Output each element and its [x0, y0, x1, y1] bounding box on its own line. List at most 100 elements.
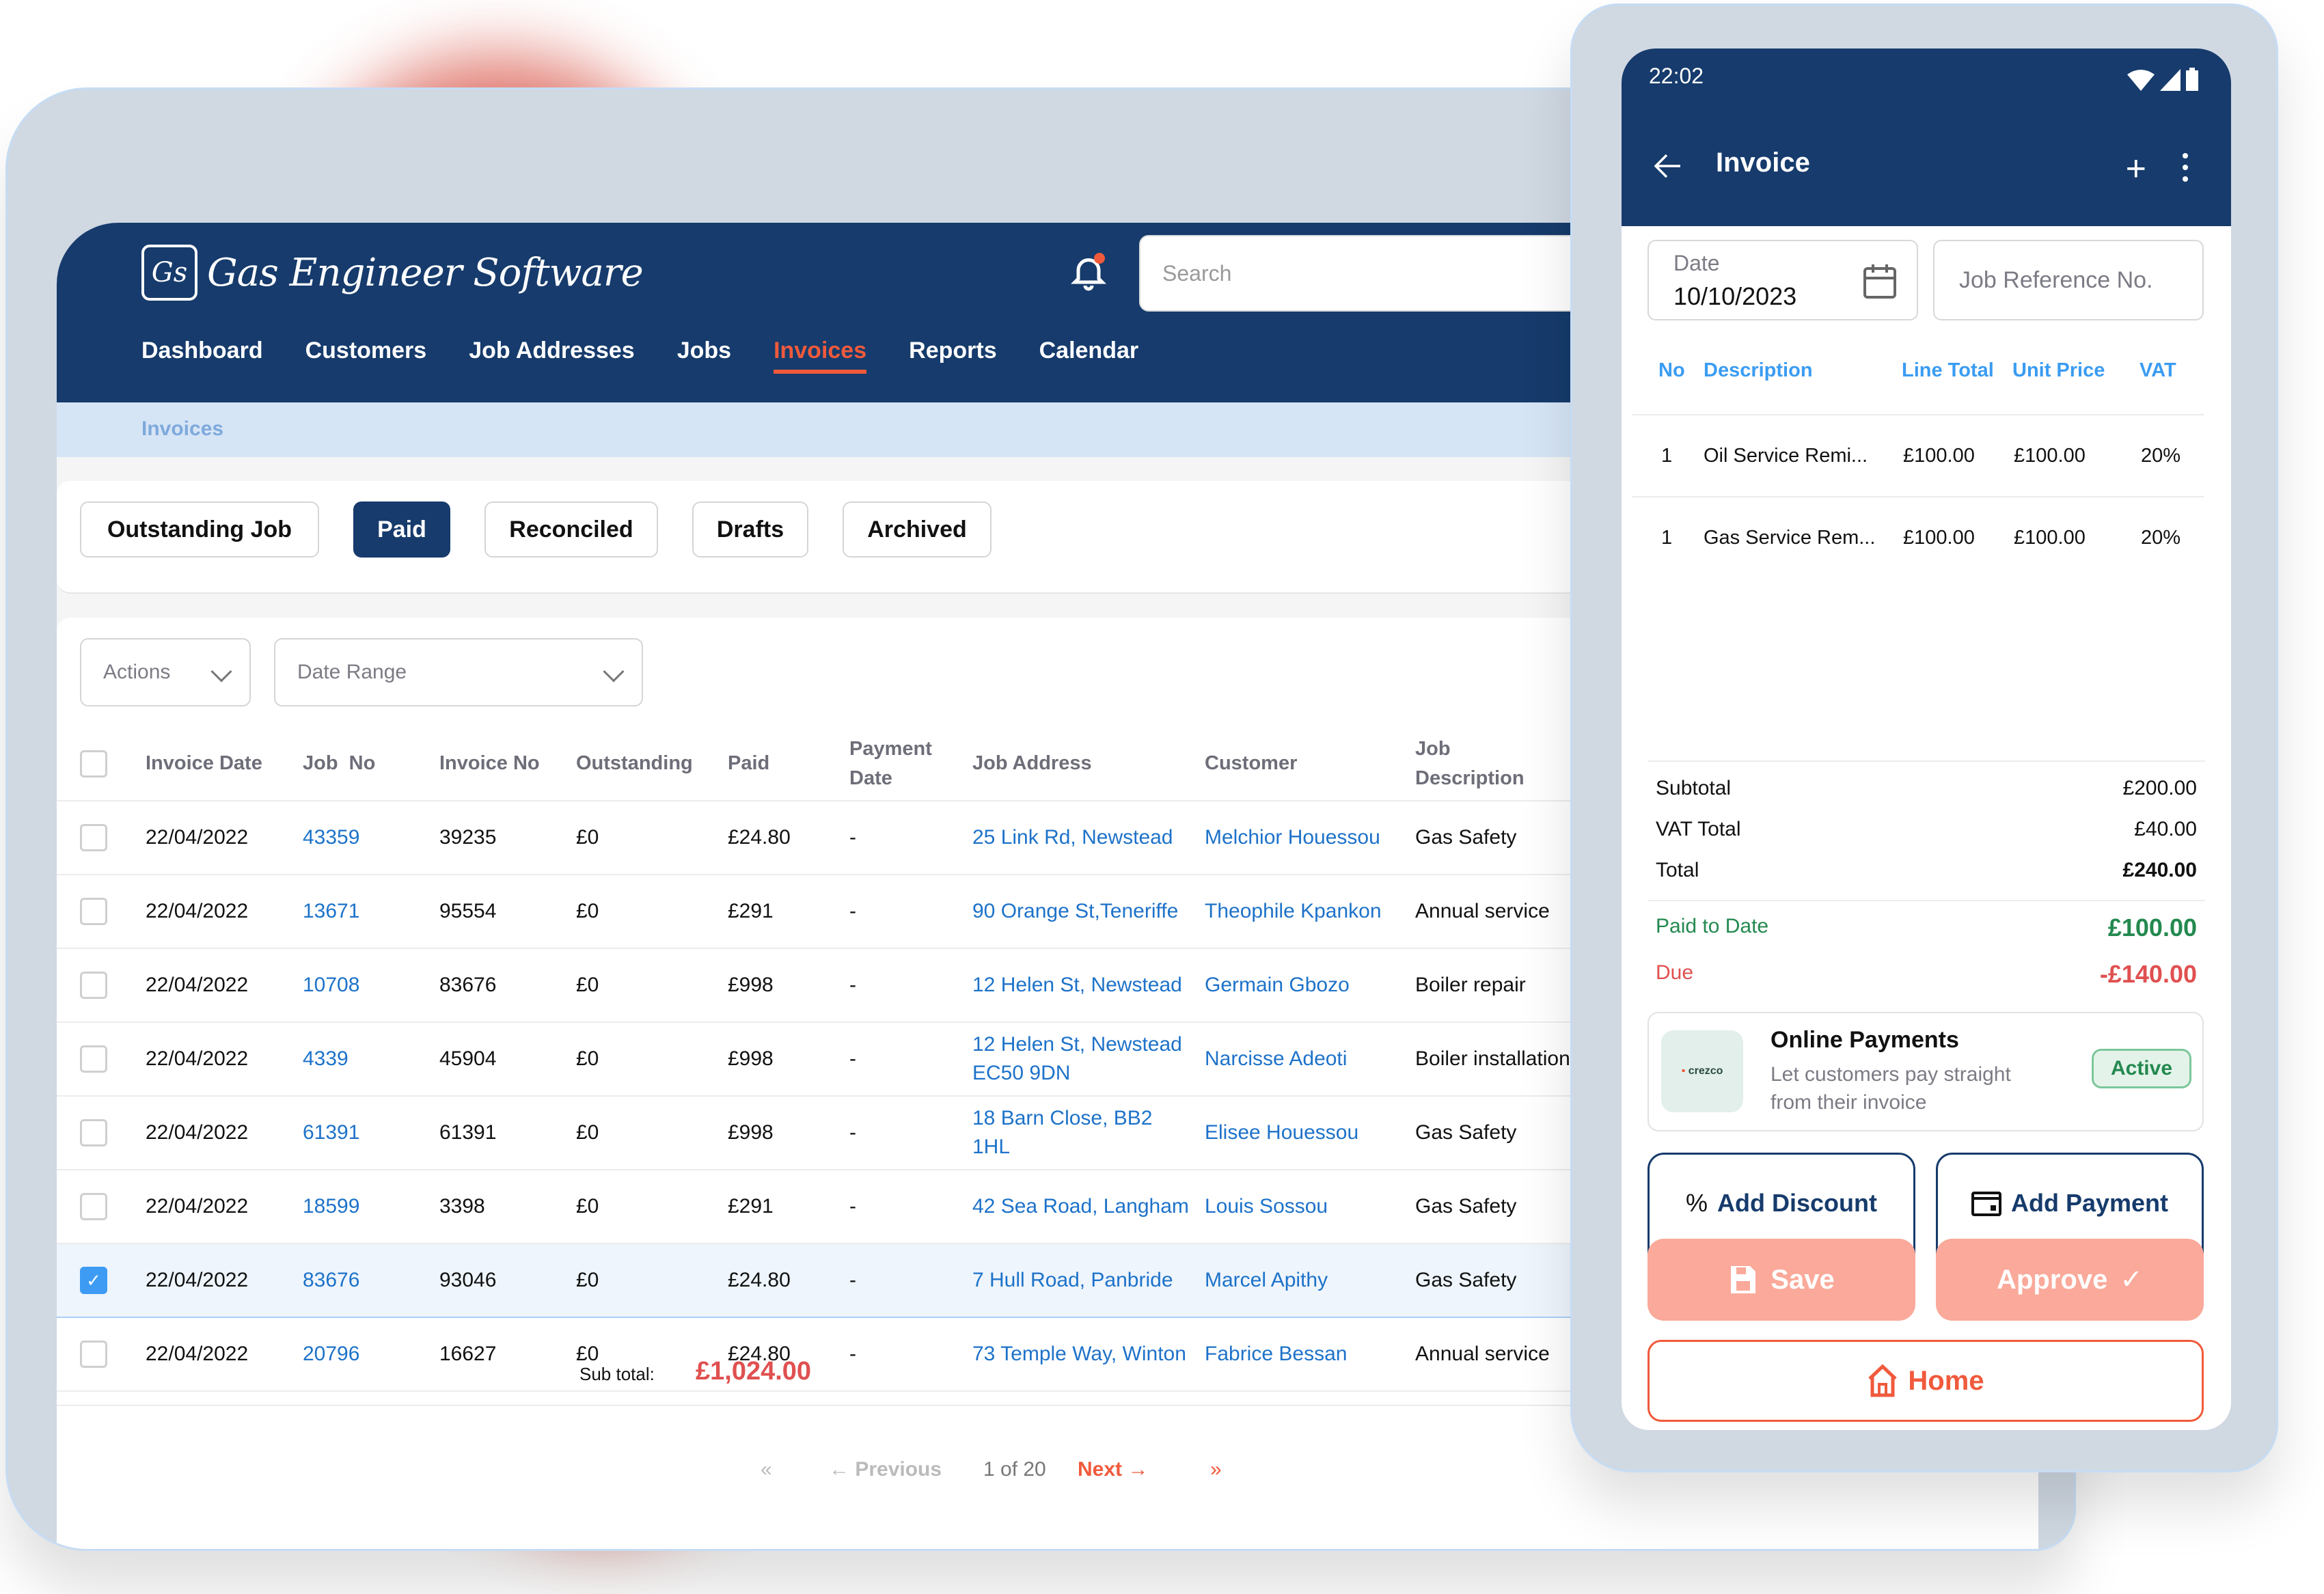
- chevron-down-icon: [603, 661, 625, 683]
- customer-link[interactable]: Narcisse Adeoti: [1205, 1022, 1415, 1097]
- line-item-vat: 20%: [2141, 527, 2181, 549]
- row-checkbox[interactable]: [80, 1045, 107, 1073]
- tab-reconciled[interactable]: Reconciled: [484, 501, 658, 558]
- due-label: Due: [1656, 961, 1694, 984]
- row-checkbox[interactable]: [80, 1193, 107, 1220]
- nav-calendar[interactable]: Calendar: [1039, 338, 1139, 374]
- line-item-line-total: £100.00: [1903, 527, 1975, 549]
- invoice-date: 22/04/2022: [146, 1096, 303, 1170]
- wallet-icon: [1971, 1192, 2001, 1216]
- brand-logo[interactable]: Gs Gas Engineer Software: [141, 245, 644, 301]
- column-header[interactable]: Job Description: [1415, 727, 1593, 801]
- job-reference-input[interactable]: Job Reference No.: [1933, 240, 2204, 320]
- column-header[interactable]: Job No: [303, 727, 439, 801]
- date-range-dropdown[interactable]: Date Range: [274, 638, 643, 706]
- job-address-link[interactable]: 18 Barn Close, BB2 1HL: [972, 1096, 1205, 1170]
- divider: [1632, 496, 2204, 497]
- row-checkbox[interactable]: [80, 1119, 107, 1146]
- job-no-link[interactable]: 43359: [303, 801, 439, 875]
- customer-link[interactable]: Melchior Houessou: [1205, 801, 1415, 875]
- select-all-checkbox[interactable]: [80, 750, 107, 778]
- back-arrow-icon[interactable]: [1653, 152, 1683, 180]
- payment-date: -: [849, 1243, 972, 1318]
- first-page-button[interactable]: «: [761, 1458, 772, 1481]
- save-button[interactable]: Save: [1648, 1239, 1915, 1321]
- job-no-link[interactable]: 61391: [303, 1096, 439, 1170]
- nav-invoices[interactable]: Invoices: [774, 338, 867, 374]
- date-field[interactable]: Date 10/10/2023: [1648, 240, 1918, 320]
- line-items-header: Unit Price: [2012, 359, 2105, 381]
- screen-title: Invoice: [1716, 148, 1810, 178]
- add-icon[interactable]: +: [2126, 148, 2146, 189]
- column-header[interactable]: Invoice No: [439, 727, 576, 801]
- breadcrumb[interactable]: Invoices: [141, 417, 223, 441]
- row-checkbox[interactable]: ✓: [80, 1267, 107, 1294]
- invoice-date: 22/04/2022: [146, 801, 303, 875]
- table-row[interactable]: 22/04/2022 4339 45904 £0 £998-12 Helen St, N…: [57, 1022, 1593, 1097]
- table-row[interactable]: ✓ 22/04/2022 83676 93046 £0 £24.80-7 Hull Roa…: [57, 1243, 1593, 1318]
- mobile-screen: 22:02 Invoice + Date 10/10/2023 Job Refe…: [1622, 49, 2231, 1430]
- invoice-no: 39235: [439, 801, 576, 875]
- main-nav: Dashboard Customers Job Addresses Jobs I…: [141, 338, 1138, 374]
- job-description: Gas Safety: [1415, 1096, 1593, 1170]
- mobile-app-bar: 22:02 Invoice +: [1622, 49, 2231, 226]
- job-address-link[interactable]: 7 Hull Road, Panbride: [972, 1243, 1205, 1318]
- line-item-no: 1: [1661, 445, 1673, 467]
- table-row[interactable]: 22/04/2022 61391 61391 £0 £998-18 Barn Close…: [57, 1096, 1593, 1170]
- column-header[interactable]: Invoice Date: [146, 727, 303, 801]
- job-no-link[interactable]: 18599: [303, 1170, 439, 1244]
- calendar-icon[interactable]: [1862, 262, 1898, 300]
- column-header[interactable]: Job Address: [972, 727, 1205, 801]
- payment-date: -: [849, 948, 972, 1023]
- job-no-link[interactable]: 13671: [303, 875, 439, 949]
- tab-archived[interactable]: Archived: [843, 501, 992, 558]
- check-icon: ✓: [2120, 1265, 2143, 1295]
- nav-jobs[interactable]: Jobs: [677, 338, 731, 374]
- column-header[interactable]: Customer: [1205, 727, 1415, 801]
- nav-job-addresses[interactable]: Job Addresses: [469, 338, 635, 374]
- approve-button[interactable]: Approve ✓: [1936, 1239, 2204, 1321]
- previous-page-button[interactable]: ← Previous: [829, 1458, 942, 1481]
- column-header[interactable]: Payment Date: [849, 727, 972, 801]
- nav-customers[interactable]: Customers: [305, 338, 427, 374]
- table-header-row: Invoice Date Job No Invoice No Outstandi…: [57, 727, 1593, 801]
- column-header[interactable]: Outstanding: [576, 727, 728, 801]
- table-row[interactable]: 22/04/2022 43359 39235 £0 £24.80-25 Link Rd,…: [57, 801, 1593, 875]
- job-address-link[interactable]: 12 Helen St, Newstead EC50 9DN: [972, 1022, 1205, 1097]
- more-options-icon[interactable]: [2182, 152, 2189, 182]
- customer-link[interactable]: Elisee Houessou: [1205, 1096, 1415, 1170]
- table-row[interactable]: 22/04/2022 18599 3398 £0 £291-42 Sea Road, L…: [57, 1170, 1593, 1244]
- customer-link[interactable]: Louis Sossou: [1205, 1170, 1415, 1244]
- home-button[interactable]: Home: [1648, 1340, 2204, 1422]
- row-checkbox[interactable]: [80, 898, 107, 925]
- divider: [1648, 900, 2205, 901]
- job-no-link[interactable]: 10708: [303, 948, 439, 1023]
- online-payments-card[interactable]: ▪ crezco Online Payments Let customers p…: [1648, 1012, 2204, 1131]
- status-badge[interactable]: Active: [2092, 1049, 2191, 1088]
- job-address-link[interactable]: 42 Sea Road, Langham: [972, 1170, 1205, 1244]
- customer-link[interactable]: Theophile Kpankon: [1205, 875, 1415, 949]
- outstanding-amount: £0: [576, 948, 728, 1023]
- row-checkbox[interactable]: [80, 824, 107, 851]
- table-row[interactable]: 22/04/2022 10708 83676 £0 £998-12 Helen St, …: [57, 948, 1593, 1023]
- tab-drafts[interactable]: Drafts: [692, 501, 808, 558]
- job-no-link[interactable]: 83676: [303, 1243, 439, 1318]
- line-items-header: Line Total: [1902, 359, 1994, 381]
- job-address-link[interactable]: 12 Helen St, Newstead: [972, 948, 1205, 1023]
- last-page-button[interactable]: »: [1210, 1458, 1222, 1481]
- customer-link[interactable]: Germain Gbozo: [1205, 948, 1415, 1023]
- job-no-link[interactable]: 4339: [303, 1022, 439, 1097]
- nav-dashboard[interactable]: Dashboard: [141, 338, 263, 374]
- tab-paid[interactable]: Paid: [353, 501, 450, 558]
- job-address-link[interactable]: 90 Orange St,Teneriffe: [972, 875, 1205, 949]
- row-checkbox[interactable]: [80, 972, 107, 999]
- column-header[interactable]: Paid: [728, 727, 849, 801]
- actions-dropdown[interactable]: Actions: [80, 638, 251, 706]
- table-row[interactable]: 22/04/2022 13671 95554 £0 £291-90 Orange St,…: [57, 875, 1593, 949]
- customer-link[interactable]: Marcel Apithy: [1205, 1243, 1415, 1318]
- tab-outstanding-job[interactable]: Outstanding Job: [80, 501, 319, 558]
- line-item-unit-price: £100.00: [2014, 527, 2086, 549]
- job-address-link[interactable]: 25 Link Rd, Newstead: [972, 801, 1205, 875]
- next-page-button[interactable]: Next →: [1078, 1458, 1148, 1481]
- nav-reports[interactable]: Reports: [909, 338, 996, 374]
